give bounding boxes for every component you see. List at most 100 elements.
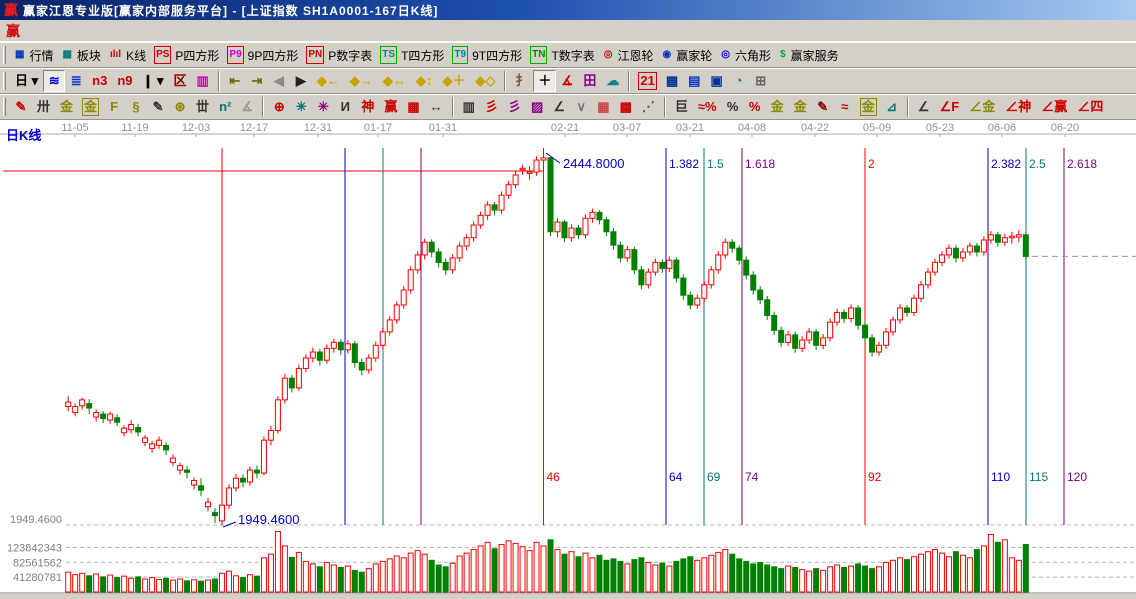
- menu-formula-stock-pick[interactable]: [100, 29, 118, 33]
- quote-button[interactable]: ▦ 行情: [10, 44, 57, 66]
- menu-gann[interactable]: [82, 29, 100, 33]
- shen-tool-button[interactable]: 神: [356, 96, 379, 118]
- notes-button[interactable]: ▤: [683, 70, 705, 92]
- crosshair-button[interactable]: ＋: [533, 70, 556, 92]
- t9-square-button[interactable]: T9 9T四方形: [448, 44, 526, 66]
- diamond-left-button[interactable]: ◆←: [312, 70, 345, 92]
- winner-wheel-button[interactable]: ◉ 赢家轮: [658, 44, 717, 66]
- gann-wheel-button[interactable]: ◎ 江恩轮: [599, 44, 658, 66]
- menu-trade[interactable]: [172, 29, 190, 33]
- next-button[interactable]: ▶: [290, 70, 312, 92]
- diamond-vspan-button[interactable]: ◆↕: [411, 70, 438, 92]
- ying-slant-button[interactable]: ∠赢: [1036, 96, 1072, 118]
- first-page-button[interactable]: ⇤: [224, 70, 246, 92]
- si-slant-button[interactable]: ∠四: [1072, 96, 1108, 118]
- red-grid-button[interactable]: ▦: [592, 96, 614, 118]
- kline-button[interactable]: ılıl K线: [105, 44, 150, 66]
- info-view-button[interactable]: ≣: [65, 70, 87, 92]
- p-number-button[interactable]: PN P数字表: [302, 44, 376, 66]
- toolbar-grip[interactable]: [3, 46, 6, 64]
- system-button[interactable]: ⊞: [750, 70, 772, 92]
- percent-wave-button[interactable]: ≈%: [693, 96, 722, 118]
- pen-tool-button[interactable]: ✎: [10, 96, 32, 118]
- period-day-button[interactable]: 日 ▾: [10, 70, 43, 92]
- golden-square2-button[interactable]: 金: [78, 96, 103, 118]
- cloud-tool-button[interactable]: ☁: [601, 70, 624, 92]
- diamond-zoom-in-button[interactable]: ◆＋: [437, 70, 470, 92]
- menu-file[interactable]: [28, 29, 46, 33]
- grid-purple-tool-button[interactable]: 田: [578, 70, 601, 92]
- percent-button[interactable]: %: [722, 96, 744, 118]
- gann-web-teal-button[interactable]: ✳: [290, 96, 312, 118]
- menu-window[interactable]: [154, 29, 172, 33]
- spiral-tool-button[interactable]: §: [125, 96, 147, 118]
- sector-button[interactable]: ▩ 板块: [57, 44, 104, 66]
- percent-red-button[interactable]: %: [744, 96, 766, 118]
- gann-time-ruler-button[interactable]: 卅: [32, 96, 55, 118]
- gold-circle-button[interactable]: 金: [766, 96, 789, 118]
- grid-numbers-button[interactable]: ▦: [402, 96, 424, 118]
- candle-style-button[interactable]: ❙ ▾: [137, 70, 168, 92]
- menu-news[interactable]: [64, 29, 82, 33]
- slant-button[interactable]: ∠: [913, 96, 935, 118]
- bar-width-button[interactable]: ↔: [425, 96, 448, 118]
- volume-chart-button[interactable]: ▥: [192, 70, 214, 92]
- gann-box-button[interactable]: ▥: [458, 96, 480, 118]
- kline-overlay-button[interactable]: 区: [169, 70, 192, 92]
- winner-service-button[interactable]: $ 赢家服务: [775, 44, 843, 66]
- pencil-angle-button[interactable]: ∠: [548, 96, 570, 118]
- menu-help[interactable]: [190, 29, 208, 33]
- p9-square-button[interactable]: P9 9P四方形: [223, 44, 302, 66]
- angle-gray-button[interactable]: ∡: [236, 96, 258, 118]
- diamond-expand-button[interactable]: ◆◇: [470, 70, 500, 92]
- f-slant-button[interactable]: ∠F: [935, 96, 965, 118]
- rays-red-button[interactable]: 彡: [480, 96, 503, 118]
- channel-wave-button[interactable]: ≈: [834, 96, 856, 118]
- ma3-button[interactable]: n3: [87, 70, 112, 92]
- parallel-lines-button[interactable]: ⋰: [637, 96, 660, 118]
- diamond-right-button[interactable]: ◆→: [345, 70, 378, 92]
- ma9-button[interactable]: n9: [112, 70, 137, 92]
- calculator-button[interactable]: ▦: [661, 70, 683, 92]
- rays-purple-button[interactable]: 彡: [503, 96, 526, 118]
- toolbar-grip[interactable]: [3, 98, 6, 116]
- t-number-button[interactable]: TN T数字表: [526, 44, 599, 66]
- time-ruler2-button[interactable]: 丗: [191, 96, 214, 118]
- wave-v-button[interactable]: ∨: [570, 96, 592, 118]
- brush-red-button[interactable]: ✎: [812, 96, 834, 118]
- save-button[interactable]: ▣: [705, 70, 727, 92]
- t-square-button[interactable]: TS T四方形: [376, 44, 448, 66]
- gold-slant-button[interactable]: ∠金: [964, 96, 1000, 118]
- prev-button[interactable]: ◀: [268, 70, 290, 92]
- box-rays-button[interactable]: ▨: [526, 96, 548, 118]
- toolbar-grip[interactable]: [3, 72, 6, 90]
- menu-tools[interactable]: [136, 29, 154, 33]
- golden-square-button[interactable]: 金: [55, 96, 78, 118]
- kline-chart-canvas[interactable]: 11-0511-1912-0312-1712-3101-1701-3102-21…: [0, 120, 1136, 599]
- shen-slant-button[interactable]: ∠神: [1000, 96, 1036, 118]
- marker-tool-button[interactable]: ✎: [147, 96, 169, 118]
- hexagon-button[interactable]: ◎ 六角形: [716, 44, 775, 66]
- gold-channel-button[interactable]: 金: [856, 96, 881, 118]
- time-circle-button[interactable]: ⊛: [169, 96, 191, 118]
- gold-line-button[interactable]: 金: [789, 96, 812, 118]
- menu-browse[interactable]: [46, 29, 64, 33]
- n-square-button[interactable]: n²: [214, 96, 236, 118]
- circle-cross-button[interactable]: ⊕: [268, 96, 290, 118]
- last-page-button[interactable]: ⇥: [246, 70, 268, 92]
- mountain-chart-button[interactable]: ≋: [43, 70, 65, 92]
- f-square-button[interactable]: F: [103, 96, 125, 118]
- angle-line-button[interactable]: ⊿: [881, 96, 903, 118]
- gann-web-purple-button[interactable]: ✳: [312, 96, 334, 118]
- axis-grid-button[interactable]: ▩: [615, 96, 637, 118]
- menu-settings[interactable]: [118, 29, 136, 33]
- angle-measure-button[interactable]: ∡: [556, 70, 578, 92]
- price-ladder-button[interactable]: 巨: [670, 96, 693, 118]
- wave-mark-button[interactable]: И: [334, 96, 356, 118]
- world-time-button[interactable]: ◔: [728, 70, 750, 92]
- drag-hand-button[interactable]: 扌: [510, 70, 533, 92]
- ying-tool-button[interactable]: 赢: [379, 96, 402, 118]
- diamond-hspan-button[interactable]: ◆↔: [378, 70, 411, 92]
- calendar-button[interactable]: 21: [634, 70, 660, 92]
- p-square-button[interactable]: PS P四方形: [150, 44, 223, 66]
